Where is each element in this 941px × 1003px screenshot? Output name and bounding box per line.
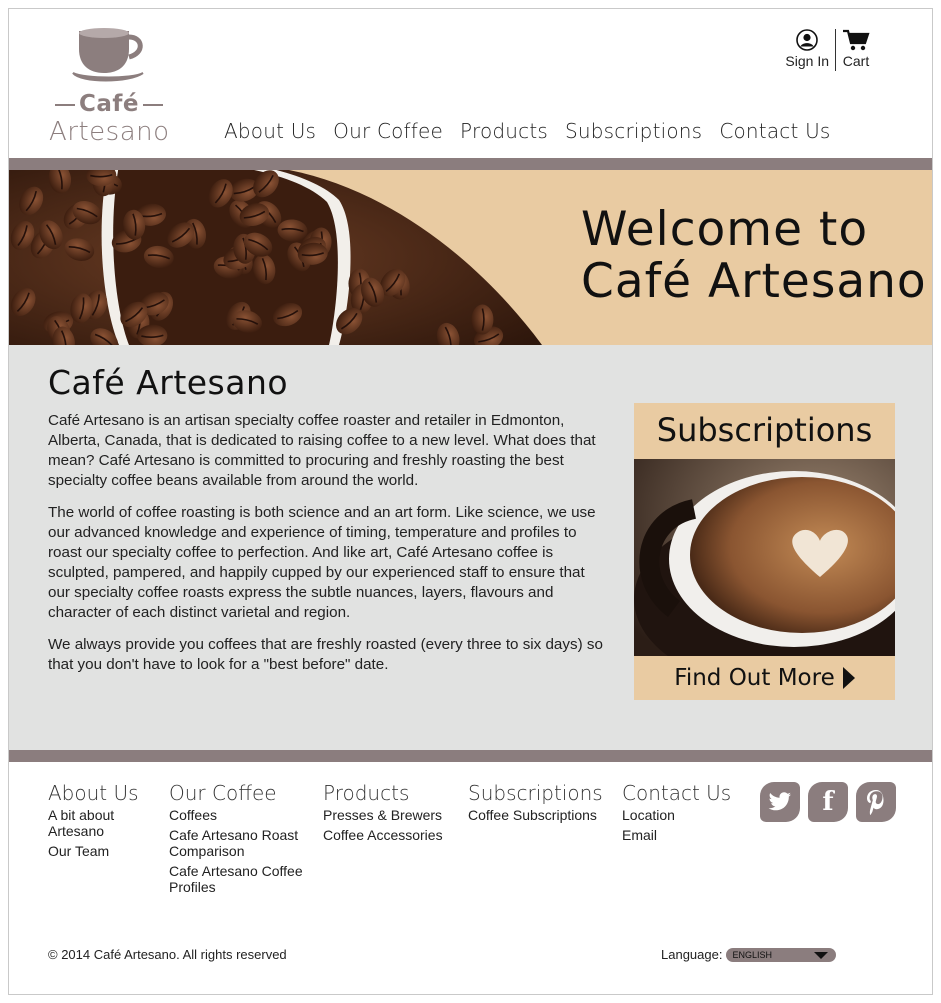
hero-heading: Welcome to Café Artesano: [581, 204, 927, 308]
footer-link[interactable]: Coffees: [169, 807, 314, 823]
nav-our-coffee[interactable]: Our Coffee: [333, 119, 443, 143]
footer-link[interactable]: Our Team: [48, 843, 158, 859]
social-links: f: [760, 782, 896, 822]
footer-link[interactable]: Coffee Subscriptions: [468, 807, 613, 823]
chevron-down-icon: [814, 951, 829, 959]
nav-subscriptions[interactable]: Subscriptions: [565, 119, 702, 143]
hero-line2: Café Artesano: [581, 254, 927, 309]
language-label: Language:: [661, 947, 723, 962]
hero-banner: Welcome to Café Artesano: [9, 170, 932, 345]
copyright-text: © 2014 Café Artesano. All rights reserve…: [48, 947, 287, 962]
footer-heading[interactable]: Products: [323, 781, 458, 805]
footer-link[interactable]: Location: [622, 807, 742, 823]
arrow-right-icon: [842, 667, 855, 689]
brand-name-line1: Café: [78, 91, 139, 117]
divider: [835, 29, 836, 71]
cart-link[interactable]: Cart: [842, 29, 870, 69]
user-icon: [796, 29, 819, 51]
footer-link[interactable]: Presses & Brewers: [323, 807, 458, 823]
footer-col-contact: Contact Us Location Email: [622, 781, 742, 847]
cart-icon: [843, 29, 870, 51]
footer-link[interactable]: Cafe Artesano Roast Comparison: [169, 827, 314, 859]
paragraph: Café Artesano is an artisan specialty co…: [48, 412, 596, 489]
main-nav: About Us Our Coffee Products Subscriptio…: [224, 119, 831, 143]
footer-col-coffee: Our Coffee Coffees Cafe Artesano Roast C…: [169, 781, 314, 899]
find-out-more-label: Find Out More: [674, 665, 835, 691]
header-band: [9, 158, 932, 170]
account-links: Sign In Cart: [785, 29, 870, 71]
footer-heading[interactable]: About Us: [48, 781, 158, 805]
nav-about-us[interactable]: About Us: [224, 119, 316, 143]
pinterest-icon[interactable]: [856, 782, 896, 822]
nav-products[interactable]: Products: [460, 119, 548, 143]
paragraph: The world of coffee roasting is both sci…: [48, 504, 596, 621]
footer-col-about: About Us A bit about Artesano Our Team: [48, 781, 158, 863]
language-value: ENGLISH: [732, 949, 772, 960]
page-frame: Café Artesano Sign In Cart About Us Our: [8, 8, 933, 995]
coffee-cup-icon: [72, 28, 144, 82]
find-out-more-button[interactable]: Find Out More: [634, 656, 895, 700]
footer-heading[interactable]: Contact Us: [622, 781, 742, 805]
footer-col-subscriptions: Subscriptions Coffee Subscriptions: [468, 781, 613, 827]
cart-label: Cart: [842, 53, 870, 69]
promo-title: Subscriptions: [656, 411, 873, 449]
intro-text: Café Artesano is an artisan specialty co…: [48, 411, 604, 687]
paragraph: We always provide you coffees that are f…: [48, 636, 603, 673]
subscriptions-promo[interactable]: Subscriptions Find Out More: [634, 403, 895, 700]
footer-heading[interactable]: Subscriptions: [468, 781, 613, 805]
sign-in-label: Sign In: [785, 53, 829, 69]
facebook-icon[interactable]: f: [808, 782, 848, 822]
sign-in-link[interactable]: Sign In: [785, 29, 829, 69]
footer-link[interactable]: A bit about Artesano: [48, 807, 158, 839]
footer-link[interactable]: Email: [622, 827, 742, 843]
twitter-icon[interactable]: [760, 782, 800, 822]
footer-link[interactable]: Cafe Artesano Coffee Profiles: [169, 863, 314, 895]
footer-link[interactable]: Coffee Accessories: [323, 827, 458, 843]
section-title: Café Artesano: [48, 363, 289, 402]
coffee-beans-image: [9, 170, 542, 345]
language-dropdown[interactable]: ENGLISH: [726, 947, 837, 962]
footer-heading[interactable]: Our Coffee: [169, 781, 314, 805]
logo[interactable]: Café Artesano: [49, 27, 169, 147]
language-selector: Language: ENGLISH: [661, 947, 837, 962]
footer-band: [9, 750, 932, 762]
nav-contact-us[interactable]: Contact Us: [719, 119, 830, 143]
hero-line1: Welcome to: [581, 202, 869, 257]
footer-col-products: Products Presses & Brewers Coffee Access…: [323, 781, 458, 847]
content-section: Café Artesano Café Artesano is an artisa…: [9, 345, 932, 750]
latte-art-image: [634, 459, 895, 656]
brand-name-line2: Artesano: [49, 117, 170, 147]
